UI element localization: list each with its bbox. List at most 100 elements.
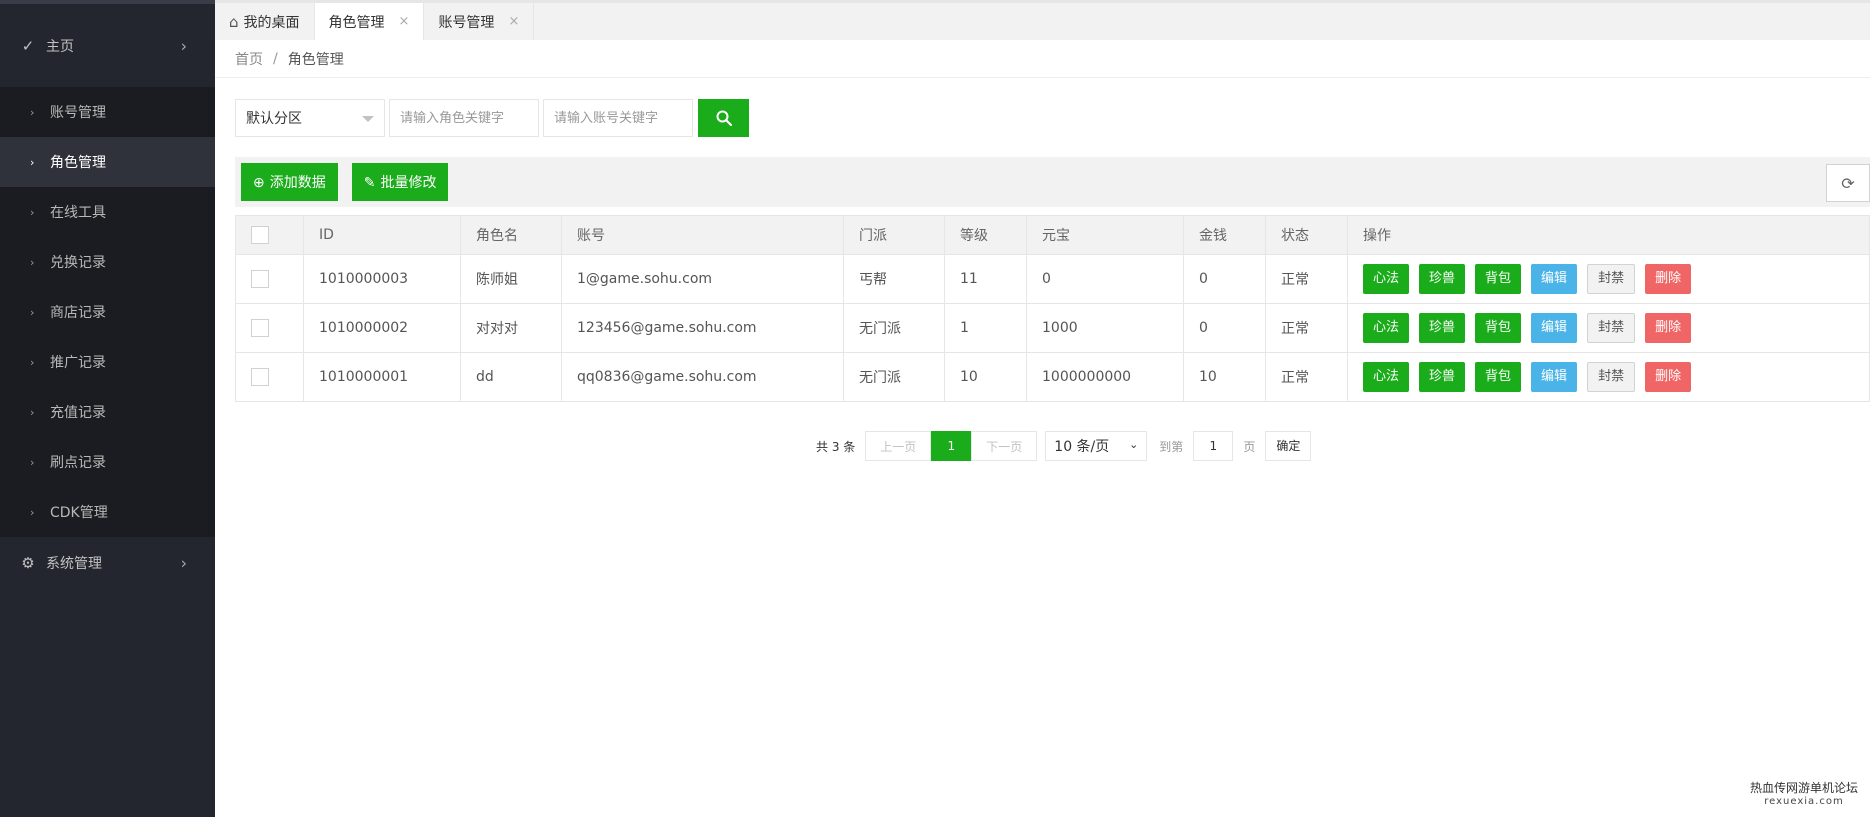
search-icon bbox=[716, 110, 732, 127]
home-check-icon: ✓ bbox=[21, 36, 35, 55]
sidebar-item-exchange-log[interactable]: › 兑换记录 bbox=[0, 237, 215, 287]
edit-button[interactable]: 编辑 bbox=[1531, 264, 1578, 294]
chevron-right-icon: › bbox=[30, 205, 35, 219]
sidebar-item-label: 在线工具 bbox=[50, 205, 106, 221]
row-checkbox[interactable] bbox=[251, 319, 269, 337]
row-actions: 心法 珍兽 背包 编辑 封禁 删除 bbox=[1347, 352, 1870, 402]
column-header[interactable]: 账号 bbox=[561, 215, 844, 255]
column-header[interactable]: 元宝 bbox=[1026, 215, 1184, 255]
row-select-cell bbox=[235, 303, 304, 353]
role-keyword-input[interactable] bbox=[389, 99, 539, 137]
table-row: 1010000002 对对对 123456@game.sohu.com 无门派 1 100… bbox=[235, 303, 1870, 353]
next-page-button[interactable]: 下一页 bbox=[971, 431, 1038, 461]
cell-name: 陈师姐 bbox=[460, 254, 562, 304]
breadcrumb-separator: / bbox=[273, 50, 278, 67]
backpack-button[interactable]: 背包 bbox=[1475, 313, 1522, 343]
ban-button[interactable]: 封禁 bbox=[1587, 264, 1636, 294]
sidebar: ✓ 主页 › › 账号管理 › 角色管理 › 在线工具 › 兑换记录 › 商店记录 › 推广… bbox=[0, 0, 215, 817]
row-actions: 心法 珍兽 背包 编辑 封禁 删除 bbox=[1347, 254, 1870, 304]
refresh-button[interactable]: ⟳ bbox=[1826, 164, 1870, 202]
row-select-cell bbox=[235, 352, 304, 402]
cell-faction: 丐帮 bbox=[843, 254, 945, 304]
chevron-down-icon: ⌄ bbox=[1129, 438, 1139, 451]
account-keyword-input[interactable] bbox=[543, 99, 693, 137]
sidebar-item-label: CDK管理 bbox=[50, 505, 108, 521]
cell-faction: 无门派 bbox=[843, 352, 945, 402]
home-icon: ⌂ bbox=[229, 12, 239, 31]
edit-button[interactable]: 编辑 bbox=[1531, 362, 1578, 392]
tab-account-management[interactable]: 账号管理 × bbox=[424, 3, 535, 40]
zhenshou-button[interactable]: 珍兽 bbox=[1419, 362, 1466, 392]
delete-button[interactable]: 删除 bbox=[1645, 313, 1692, 343]
sidebar-item-shop-log[interactable]: › 商店记录 bbox=[0, 287, 215, 337]
sidebar-group-label: 主页 bbox=[46, 38, 74, 55]
sidebar-group-home[interactable]: ✓ 主页 › bbox=[0, 4, 215, 87]
backpack-button[interactable]: 背包 bbox=[1475, 362, 1522, 392]
zhenshou-button[interactable]: 珍兽 bbox=[1419, 264, 1466, 294]
add-data-button[interactable]: ⊕ 添加数据 bbox=[241, 163, 338, 201]
close-icon[interactable]: × bbox=[399, 14, 410, 29]
tab-role-management[interactable]: 角色管理 × bbox=[314, 3, 425, 40]
cell-level: 11 bbox=[944, 254, 1027, 304]
page-size-value: 10 条/页 bbox=[1054, 439, 1110, 455]
goto-page-input[interactable]: 1 bbox=[1193, 431, 1234, 461]
cell-status: 正常 bbox=[1265, 303, 1348, 353]
delete-button[interactable]: 删除 bbox=[1645, 362, 1692, 392]
tab-bar: ⌂ 我的桌面 角色管理 × 账号管理 × bbox=[215, 0, 1870, 40]
delete-button[interactable]: 删除 bbox=[1645, 264, 1692, 294]
breadcrumb-home[interactable]: 首页 bbox=[235, 49, 263, 69]
xinfa-button[interactable]: 心法 bbox=[1363, 362, 1410, 392]
row-checkbox[interactable] bbox=[251, 270, 269, 288]
sidebar-item-label: 角色管理 bbox=[50, 155, 106, 171]
sidebar-group-system[interactable]: ⚙ 系统管理 › bbox=[0, 537, 215, 589]
edit-button[interactable]: 编辑 bbox=[1531, 313, 1578, 343]
batch-edit-button[interactable]: ✎ 批量修改 bbox=[351, 163, 449, 201]
close-icon[interactable]: × bbox=[508, 14, 519, 29]
zhenshou-button[interactable]: 珍兽 bbox=[1419, 313, 1466, 343]
sidebar-item-recharge-log[interactable]: › 充值记录 bbox=[0, 387, 215, 437]
column-header[interactable]: 状态 bbox=[1265, 215, 1348, 255]
select-all-checkbox[interactable] bbox=[251, 226, 269, 244]
sidebar-item-online-tools[interactable]: › 在线工具 bbox=[0, 187, 215, 237]
page-size-select[interactable]: 10 条/页 ⌄ bbox=[1045, 431, 1148, 461]
sidebar-item-points-log[interactable]: › 刷点记录 bbox=[0, 437, 215, 487]
chevron-right-icon: › bbox=[180, 553, 187, 573]
tab-desktop[interactable]: ⌂ 我的桌面 bbox=[215, 3, 315, 40]
gear-icon: ⚙ bbox=[21, 554, 35, 572]
current-page-button[interactable]: 1 bbox=[931, 431, 972, 461]
row-checkbox[interactable] bbox=[251, 368, 269, 386]
column-header[interactable]: 等级 bbox=[944, 215, 1027, 255]
column-header[interactable]: 角色名 bbox=[460, 215, 562, 255]
sidebar-group-label: 系统管理 bbox=[46, 556, 102, 572]
column-header[interactable]: 金钱 bbox=[1183, 215, 1266, 255]
ban-button[interactable]: 封禁 bbox=[1587, 362, 1636, 392]
cell-money: 0 bbox=[1183, 303, 1266, 353]
sidebar-item-promo-log[interactable]: › 推广记录 bbox=[0, 337, 215, 387]
search-button[interactable] bbox=[698, 99, 749, 137]
column-header[interactable]: ID bbox=[303, 215, 461, 255]
xinfa-button[interactable]: 心法 bbox=[1363, 264, 1410, 294]
sidebar-item-roles[interactable]: › 角色管理 bbox=[0, 137, 215, 187]
sidebar-item-cdk[interactable]: › CDK管理 bbox=[0, 487, 215, 537]
xinfa-button[interactable]: 心法 bbox=[1363, 313, 1410, 343]
sidebar-item-label: 充值记录 bbox=[50, 405, 106, 421]
column-header: 操作 bbox=[1347, 215, 1870, 255]
table-row: 1010000003 陈师姐 1@game.sohu.com 丐帮 11 0 0 正常 心法 珍兽… bbox=[235, 254, 1870, 304]
ban-button[interactable]: 封禁 bbox=[1587, 313, 1636, 343]
cell-id: 1010000002 bbox=[303, 303, 461, 353]
chevron-right-icon: › bbox=[30, 105, 35, 119]
prev-page-button[interactable]: 上一页 bbox=[865, 431, 932, 461]
main-content: ⌂ 我的桌面 角色管理 × 账号管理 × 首页 / 角色管理 默认分区 ⊕ 添加… bbox=[215, 0, 1870, 817]
filter-bar: 默认分区 bbox=[235, 99, 749, 137]
column-header[interactable]: 门派 bbox=[843, 215, 945, 255]
row-actions: 心法 珍兽 背包 编辑 封禁 删除 bbox=[1347, 303, 1870, 353]
zone-select[interactable]: 默认分区 bbox=[235, 99, 385, 137]
cell-yuanbao: 1000 bbox=[1026, 303, 1184, 353]
chevron-right-icon: › bbox=[30, 155, 35, 169]
table-row: 1010000001 dd qq0836@game.sohu.com 无门派 10 100… bbox=[235, 352, 1870, 402]
breadcrumb-current: 角色管理 bbox=[287, 51, 344, 68]
chevron-right-icon: › bbox=[30, 405, 35, 419]
sidebar-item-accounts[interactable]: › 账号管理 bbox=[0, 87, 215, 137]
backpack-button[interactable]: 背包 bbox=[1475, 264, 1522, 294]
goto-confirm-button[interactable]: 确定 bbox=[1265, 431, 1312, 461]
